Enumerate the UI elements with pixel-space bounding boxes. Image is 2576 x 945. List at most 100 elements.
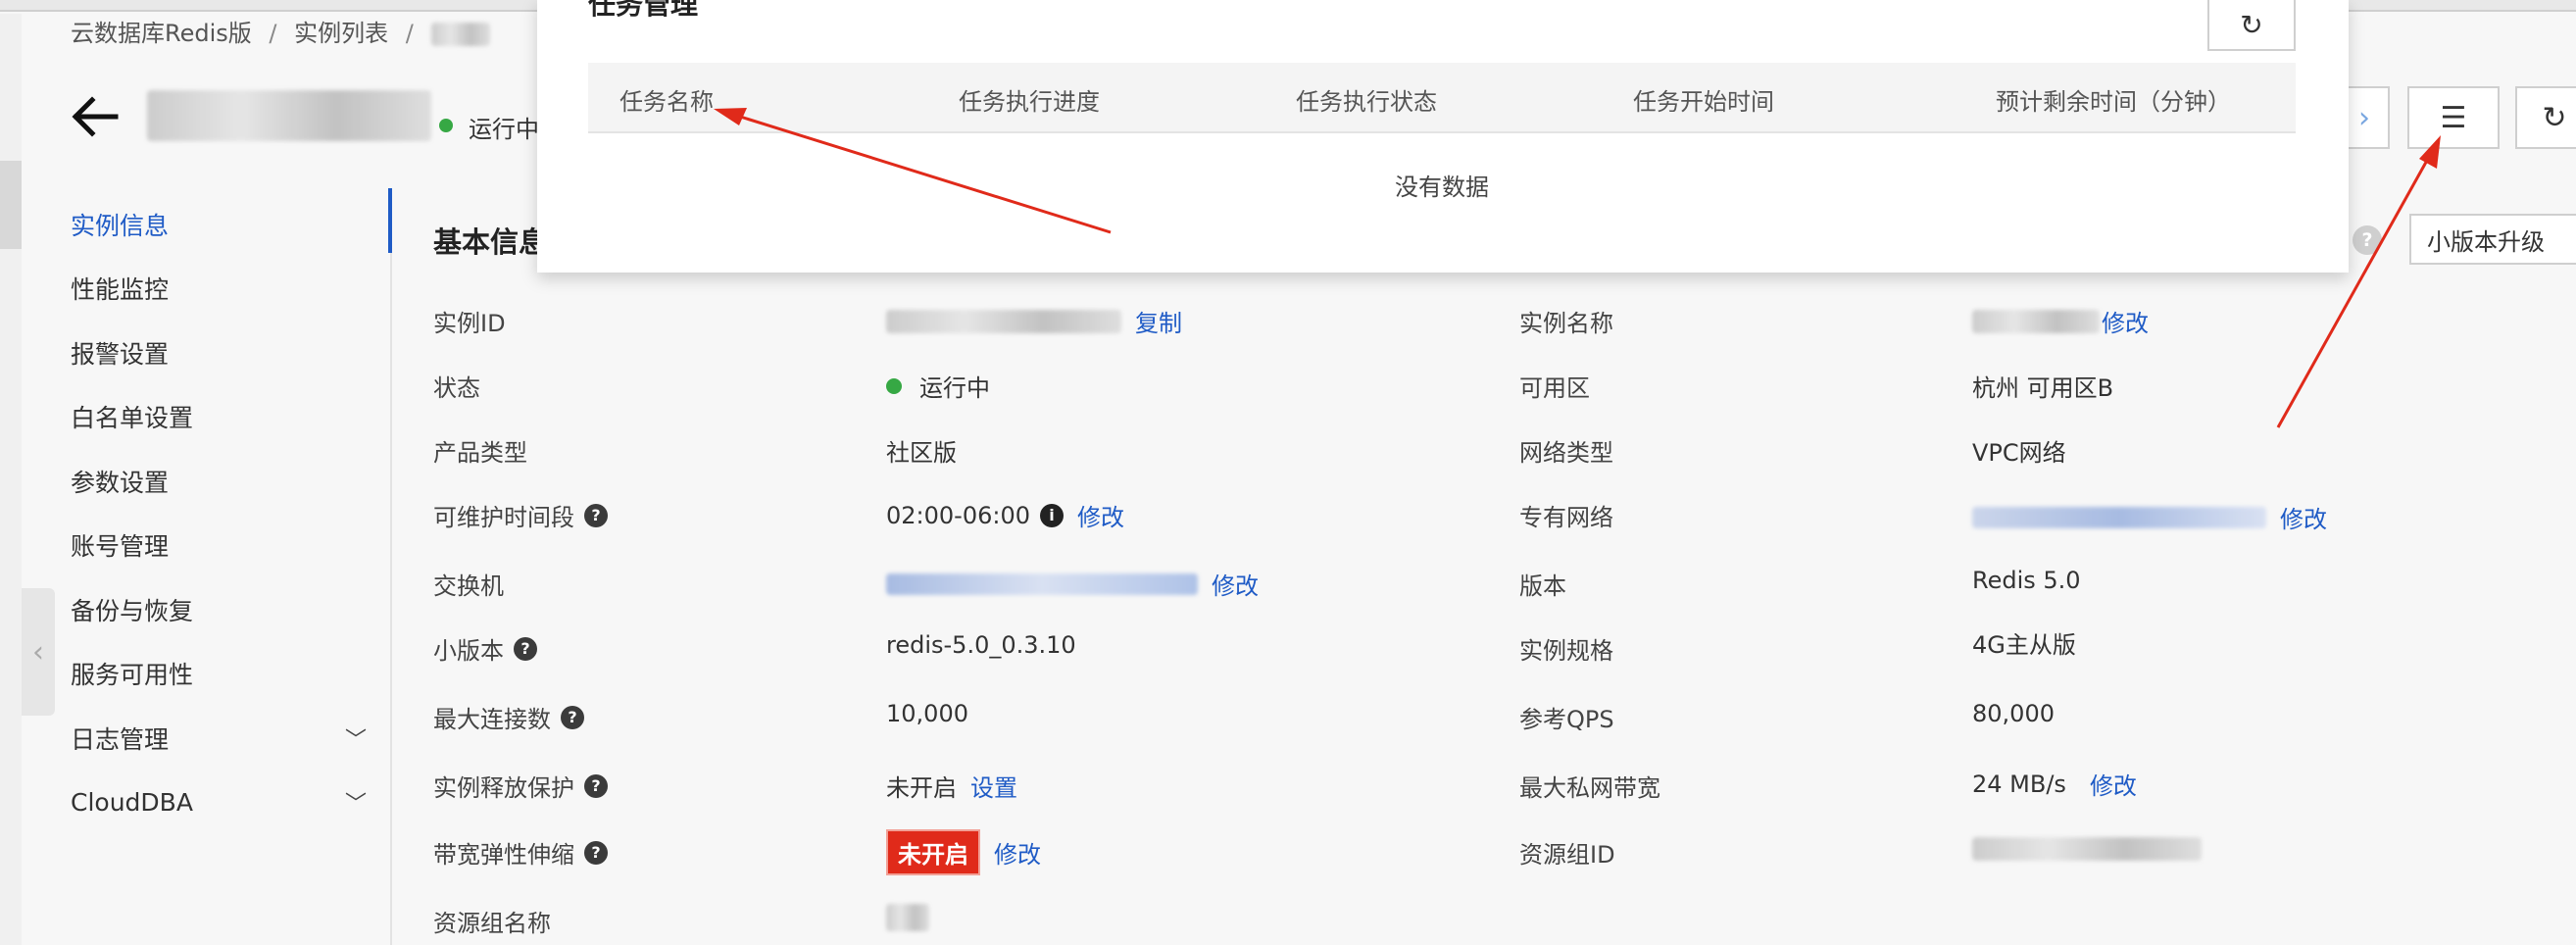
label-minor-version: 小版本? [433, 631, 537, 666]
value-network-type: VPC网络 [1972, 439, 2066, 467]
instance-title-redacted [147, 90, 431, 141]
label-product-type: 产品类型 [433, 439, 527, 467]
sidebar-collapse-toggle[interactable]: ‹ [22, 588, 55, 716]
chevron-down-icon: ﹀ [344, 792, 367, 818]
label-instance-spec: 实例规格 [1519, 637, 1613, 665]
label-instance-id: 实例ID [433, 310, 506, 337]
value-reference-qps: 80,000 [1972, 700, 2055, 727]
breadcrumb-item-instance-list[interactable]: 实例列表 [294, 20, 388, 47]
section-title-basic-info: 基本信息 [433, 225, 548, 259]
chevron-left-icon: ‹ [32, 634, 44, 670]
modify-maintenance-link[interactable]: 修改 [1077, 498, 1124, 532]
task-management-panel: 任务管理 ↻ 任务名称 任务执行进度 任务执行状态 任务开始时间 预计剩余时间（… [537, 0, 2349, 273]
value-instance-spec: 4G主从版 [1972, 631, 2076, 659]
label-resource-group-id: 资源组ID [1519, 841, 1615, 869]
back-arrow-icon[interactable] [69, 90, 122, 143]
value-bandwidth-scaling: 未开启 修改 [886, 829, 1041, 875]
value-minor-version: redis-5.0_0.3.10 [886, 631, 1076, 659]
value-resource-group-name [886, 904, 929, 931]
task-panel-title: 任务管理 [588, 0, 699, 21]
value-max-bandwidth: 24 MB/s 修改 [1972, 767, 2137, 801]
left-edge [0, 14, 22, 945]
sidebar-item-clouddba[interactable]: CloudDBA ﹀ [71, 771, 394, 835]
header-refresh-button[interactable]: ↻ [2515, 86, 2576, 149]
label-zone: 可用区 [1519, 374, 1590, 402]
help-icon[interactable]: ? [584, 503, 608, 527]
resource-group-redacted [886, 904, 929, 931]
resource-group-id-redacted [1972, 837, 2202, 861]
sidebar-item-performance[interactable]: 性能监控 [71, 257, 394, 322]
copy-link[interactable]: 复制 [1135, 304, 1182, 338]
value-product-type: 社区版 [886, 439, 957, 467]
chevron-down-icon: ﹀ [344, 727, 367, 753]
help-icon[interactable]: ? [584, 773, 608, 798]
info-icon[interactable]: i [1040, 503, 1064, 527]
label-network-type: 网络类型 [1519, 439, 1613, 467]
sidebar-item-whitelist[interactable]: 白名单设置 [71, 385, 394, 450]
chevron-right-icon: › [2358, 100, 2370, 135]
set-release-protection-link[interactable]: 设置 [970, 769, 1017, 803]
sidebar-item-params[interactable]: 参数设置 [71, 449, 394, 514]
value-instance-name: 修改 [1972, 304, 2149, 338]
instance-name-redacted [1972, 309, 2100, 333]
breadcrumb-item-redis[interactable]: 云数据库Redis版 [71, 20, 252, 47]
sidebar-item-logs[interactable]: 日志管理 ﹀ [71, 706, 394, 771]
value-status: 运行中 [886, 369, 990, 403]
running-dot-icon [886, 377, 902, 394]
label-instance-name: 实例名称 [1519, 310, 1613, 337]
column-header-status: 任务执行状态 [1296, 88, 1437, 116]
value-resource-group-id [1972, 837, 2202, 861]
column-header-start-time: 任务开始时间 [1633, 88, 1774, 116]
modify-vpc-link[interactable]: 修改 [2280, 500, 2327, 534]
value-instance-id: 复制 [886, 304, 1182, 338]
help-icon[interactable]: ? [584, 840, 608, 865]
label-bandwidth-scaling: 带宽弹性伸缩? [433, 835, 608, 870]
value-max-connections: 10,000 [886, 700, 968, 727]
sidebar-item-alarm[interactable]: 报警设置 [71, 321, 394, 385]
modify-vswitch-link[interactable]: 修改 [1212, 567, 1259, 601]
help-icon[interactable]: ? [561, 705, 584, 729]
breadcrumb-item-redacted[interactable] [430, 23, 490, 46]
label-version: 版本 [1519, 572, 1566, 600]
sidebar-item-availability[interactable]: 服务可用性 [71, 642, 394, 707]
vswitch-redacted [886, 572, 1198, 595]
refresh-icon: ↻ [2542, 100, 2567, 135]
value-vpc: 修改 [1972, 500, 2327, 534]
column-header-task-name: 任务名称 [619, 88, 714, 116]
vpc-redacted [1972, 506, 2266, 528]
label-resource-group-name: 资源组名称 [433, 910, 551, 937]
sidebar-item-accounts[interactable]: 账号管理 [71, 514, 394, 578]
status-dot-icon [439, 119, 453, 132]
value-release-protection: 未开启 设置 [886, 769, 1017, 803]
value-version: Redis 5.0 [1972, 567, 2081, 594]
value-maintenance-window: 02:00-06:00 i 修改 [886, 498, 1124, 532]
label-max-connections: 最大连接数? [433, 700, 584, 734]
modify-max-bandwidth-link[interactable]: 修改 [2090, 767, 2137, 801]
modify-name-link[interactable]: 修改 [2102, 304, 2149, 338]
task-menu-button[interactable]: ☰ [2407, 86, 2500, 149]
header-status: 运行中 [469, 116, 539, 143]
status-badge: 未开启 [886, 829, 980, 875]
sidebar: 实例信息 性能监控 报警设置 白名单设置 参数设置 账号管理 备份与恢复 服务可… [71, 192, 394, 834]
label-vpc: 专有网络 [1519, 504, 1613, 531]
column-header-progress: 任务执行进度 [959, 88, 1100, 116]
label-reference-qps: 参考QPS [1519, 706, 1614, 733]
task-table-header: 任务名称 任务执行进度 任务执行状态 任务开始时间 预计剩余时间（分钟） [588, 63, 2296, 133]
sidebar-item-instance-info[interactable]: 实例信息 [71, 192, 394, 257]
modify-bandwidth-link[interactable]: 修改 [994, 835, 1041, 870]
value-zone: 杭州 可用区B [1972, 374, 2114, 402]
value-vswitch: 修改 [886, 567, 1259, 601]
refresh-icon: ↻ [2240, 8, 2263, 41]
label-status: 状态 [433, 374, 480, 402]
label-max-bandwidth: 最大私网带宽 [1519, 774, 1660, 802]
task-refresh-button[interactable]: ↻ [2207, 0, 2296, 51]
help-icon[interactable]: ? [514, 636, 537, 661]
column-header-remaining-time: 预计剩余时间（分钟） [1996, 88, 2231, 116]
sidebar-item-backup[interactable]: 备份与恢复 [71, 577, 394, 642]
help-icon[interactable]: ? [2353, 225, 2382, 255]
instance-id-redacted [886, 309, 1121, 333]
task-table-empty: 没有数据 [1395, 173, 1489, 201]
minor-upgrade-button[interactable]: 小版本升级 [2409, 214, 2576, 265]
label-maintenance-window: 可维护时间段? [433, 498, 608, 532]
label-vswitch: 交换机 [433, 572, 504, 600]
